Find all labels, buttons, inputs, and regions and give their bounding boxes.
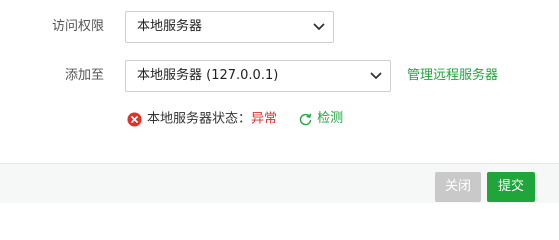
add-to-select[interactable]: 本地服务器 (127.0.0.1) [125,60,391,92]
detect-button[interactable]: 检测 [299,110,343,129]
server-status: 本地服务器状态：异常 检测 [127,110,343,128]
refresh-icon [299,113,312,125]
add-to-label: 添加至 [65,68,105,83]
access-select[interactable]: 本地服务器 [125,11,334,43]
chevron-down-icon [313,23,325,30]
close-button[interactable]: 关闭 [435,172,481,202]
status-value: 异常 [251,111,278,127]
access-label: 访问权限 [52,19,105,34]
detect-label: 检测 [317,111,344,126]
add-to-select-value: 本地服务器 (127.0.0.1) [137,68,279,83]
submit-button[interactable]: 提交 [487,172,535,202]
error-circle-icon [127,112,142,127]
status-label: 本地服务器状态： [147,111,252,127]
access-select-value: 本地服务器 [137,19,203,34]
chevron-down-icon [370,72,382,79]
manage-remote-servers-link[interactable]: 管理远程服务器 [407,68,498,84]
